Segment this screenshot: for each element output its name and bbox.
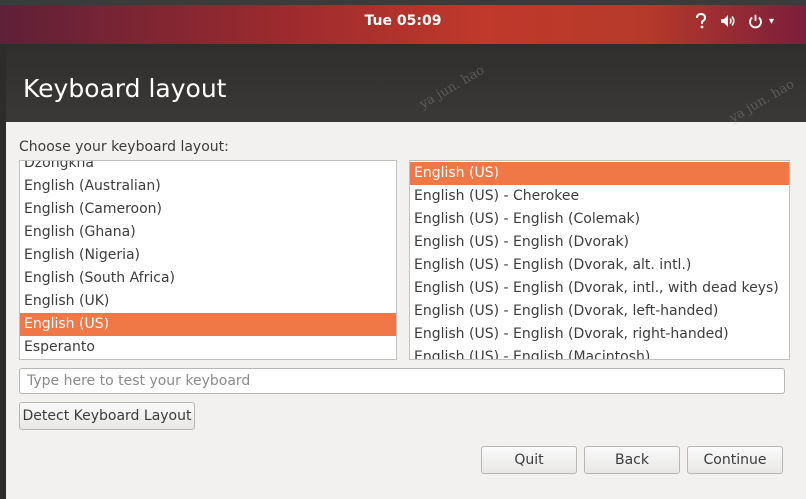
list-item[interactable]: English (US) — [410, 162, 789, 185]
layout-prompt: Choose your keyboard layout: — [19, 139, 229, 155]
list-item[interactable]: English (Cameroon) — [20, 198, 396, 221]
keyboard-test-input[interactable] — [19, 368, 785, 394]
list-item[interactable]: Dzongkha — [20, 161, 396, 175]
window-header: Keyboard layout ya jun. hao ya jun. hao — [6, 44, 806, 126]
list-item[interactable]: English (US) - English (Dvorak, alt. int… — [410, 254, 789, 277]
keyboard-layout-list-items: Dzongkha English (Australian) English (Cam… — [20, 161, 396, 359]
list-item[interactable]: English (US) - English (Dvorak) — [410, 231, 789, 254]
back-button[interactable]: Back — [584, 446, 680, 474]
quit-button[interactable]: Quit — [481, 446, 577, 474]
volume-icon[interactable] — [720, 12, 736, 30]
continue-button[interactable]: Continue — [687, 446, 783, 474]
list-item[interactable]: English (US) - English (Dvorak, left-han… — [410, 300, 789, 323]
list-item[interactable]: English (Nigeria) — [20, 244, 396, 267]
list-item[interactable]: English (US) - English (Macintosh) — [410, 346, 789, 359]
list-item[interactable]: English (US) - Cherokee — [410, 185, 789, 208]
list-item[interactable]: English (Australian) — [20, 175, 396, 198]
watermark: ya jun. hao — [417, 62, 488, 113]
power-icon[interactable] — [748, 12, 763, 30]
list-item[interactable]: English (South Africa) — [20, 267, 396, 290]
system-indicators[interactable]: ▾ — [694, 12, 774, 30]
top-panel: Tue 05:09 ▾ — [0, 0, 806, 44]
list-item[interactable]: English (Ghana) — [20, 221, 396, 244]
list-item[interactable]: English (US) - English (Dvorak, intl., w… — [410, 277, 789, 300]
installer-window: Keyboard layout ya jun. hao ya jun. hao … — [6, 44, 806, 499]
detect-keyboard-layout-button[interactable]: Detect Keyboard Layout — [19, 402, 195, 430]
menu-caret-icon[interactable]: ▾ — [769, 16, 774, 27]
list-item[interactable]: English (US) - English (Dvorak, right-ha… — [410, 323, 789, 346]
watermark: ya jun. hao — [727, 76, 798, 127]
list-item[interactable]: Esperanto — [20, 336, 396, 359]
keyboard-layout-list[interactable]: Dzongkha English (Australian) English (Cam… — [19, 160, 397, 360]
top-panel-strip — [0, 0, 806, 5]
clock[interactable]: Tue 05:09 — [0, 13, 806, 29]
list-item[interactable]: English (US) — [20, 313, 396, 336]
keyboard-variant-list[interactable]: English (US) English (US) - Cherokee Engli… — [409, 160, 790, 360]
list-item[interactable]: English (UK) — [20, 290, 396, 313]
list-item[interactable]: English (US) - English (Colemak) — [410, 208, 789, 231]
keyboard-variant-list-items: English (US) English (US) - Cherokee Engli… — [410, 162, 789, 359]
accessibility-icon[interactable] — [694, 12, 708, 30]
page-title: Keyboard layout — [23, 74, 227, 103]
